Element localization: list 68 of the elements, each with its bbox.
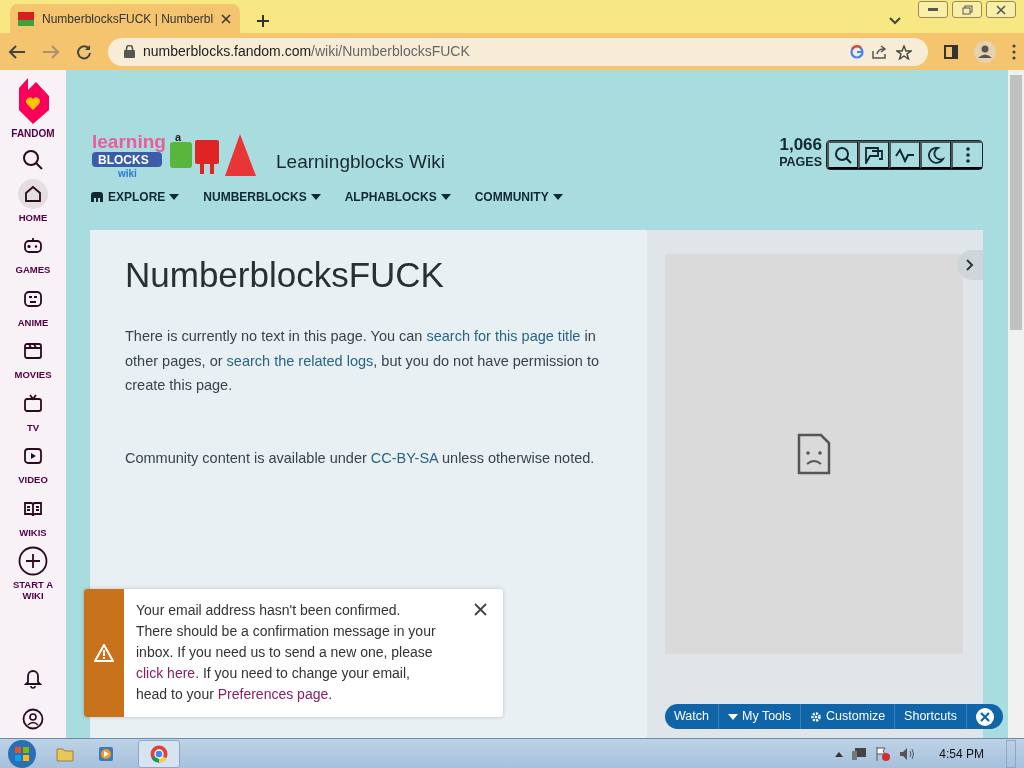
clock[interactable]: 4:54 PM xyxy=(939,744,984,763)
toolbar-button[interactable]: Customize xyxy=(801,704,896,729)
close-icon[interactable] xyxy=(986,1,1016,18)
caret-icon xyxy=(169,194,180,200)
caret-icon xyxy=(727,713,738,720)
activity-button[interactable] xyxy=(889,140,920,169)
rail-item[interactable]: VIDEO xyxy=(8,441,58,486)
minimize-icon[interactable] xyxy=(918,1,948,18)
caret-icon xyxy=(440,194,451,200)
browser-tab[interactable]: NumberblocksFUCK | Numberbl xyxy=(10,4,240,33)
browser-taskbar-button[interactable] xyxy=(138,739,180,768)
address-bar[interactable]: numberblocks.fandom.com/wiki/NumberblocksFUCK xyxy=(108,37,928,66)
nav-dropdown[interactable]: ALPHABLOCKS xyxy=(344,188,451,206)
tab-title: NumberblocksFUCK | Numberbl xyxy=(42,10,214,28)
page-count: 1,066 xyxy=(779,137,822,154)
page-count-label: PAGES xyxy=(779,154,822,172)
favicon-icon xyxy=(18,11,34,26)
search-icon[interactable] xyxy=(22,147,44,171)
fandom-label: FANDOM xyxy=(11,128,55,139)
restore-icon[interactable] xyxy=(952,1,982,18)
discussions-button[interactable] xyxy=(858,140,889,169)
text-link[interactable]: search for this page title xyxy=(426,328,581,344)
caret-icon xyxy=(552,194,563,200)
toolbar-button[interactable]: My Tools xyxy=(718,704,802,729)
rail-item[interactable]: GAMES xyxy=(8,231,58,276)
text-link[interactable]: Preferences page xyxy=(217,686,329,702)
toolbar-button[interactable]: Shortcuts xyxy=(895,704,967,729)
toolbar-button[interactable]: Watch xyxy=(665,704,719,729)
paragraph: Community content is available under CC-BY-SA unless otherwise noted. xyxy=(125,448,596,468)
gear-icon xyxy=(810,710,823,723)
rail-item[interactable]: MOVIES xyxy=(8,336,58,381)
text-link[interactable]: click here xyxy=(136,665,196,681)
rail-item[interactable]: TV xyxy=(8,388,58,434)
user-icon[interactable] xyxy=(22,706,44,730)
profile-icon[interactable] xyxy=(974,39,996,64)
search-button[interactable] xyxy=(827,140,858,169)
moon-icon xyxy=(927,146,945,165)
nav-dropdown[interactable]: EXPLORE xyxy=(90,188,180,206)
caret-icon xyxy=(310,194,321,200)
url-text: numberblocks.fandom.com/wiki/NumberblocksFUCK xyxy=(143,42,470,61)
scrollbar-thumb[interactable] xyxy=(1010,75,1022,330)
page-title: NumberblocksFUCK xyxy=(125,254,445,296)
more-button[interactable] xyxy=(951,140,982,169)
nav-dropdown[interactable]: COMMUNITY xyxy=(474,188,563,206)
wiki-name[interactable]: Learningblocks Wiki xyxy=(276,147,445,176)
dark-mode-button[interactable] xyxy=(920,140,951,169)
search-icon xyxy=(834,146,852,165)
lock-icon xyxy=(124,45,135,58)
explore-icon xyxy=(90,191,104,203)
chevron-right-icon[interactable] xyxy=(957,250,983,280)
rail-item[interactable]: START A WIKI xyxy=(8,546,58,601)
rail-item[interactable]: WIKIS xyxy=(8,493,58,539)
paragraph: There is currently no text in this page. You can search for this page title in other pages, or search the related logs, but you do not have permission to create this page. xyxy=(125,327,600,395)
warning-icon xyxy=(94,644,114,662)
rail-item[interactable]: ANIME xyxy=(8,283,58,329)
browser-icon xyxy=(150,744,168,763)
home-icon xyxy=(18,179,48,209)
wiki-logo-drawing[interactable]: learning BLOCKS wiki a xyxy=(90,130,260,180)
plus-circle-icon xyxy=(18,546,48,577)
pulse-icon xyxy=(895,147,915,164)
notice-message: Your email address hasn't been confirmed. There should be a confirmation message in your inbox. If you need us to send a new one, please click here. If you need to change your email, head to your Preferences page. xyxy=(136,601,436,704)
chat-icon xyxy=(864,146,884,165)
text-link[interactable]: CC-BY-SA xyxy=(370,449,438,466)
rail-item[interactable]: HOME xyxy=(8,179,58,224)
more-icon xyxy=(965,147,970,164)
fandom-logo-icon[interactable] xyxy=(16,78,50,124)
broken-page-icon xyxy=(797,433,831,475)
nav-dropdown[interactable]: NUMBERBLOCKS xyxy=(203,188,321,206)
